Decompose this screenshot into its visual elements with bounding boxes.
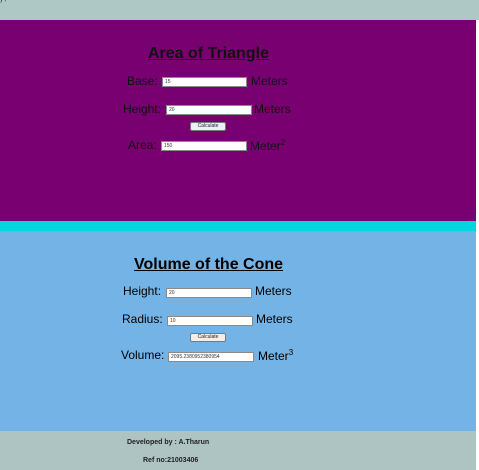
area-unit: Meter2 bbox=[250, 138, 286, 153]
section-divider bbox=[0, 221, 479, 231]
triangle-height-unit: Meters bbox=[254, 102, 291, 116]
base-label: Base: bbox=[127, 74, 158, 88]
triangle-height-input[interactable]: 20 bbox=[166, 105, 252, 115]
top-text-fragment: y , bbox=[0, 0, 7, 3]
reference-number: Ref no:21003406 bbox=[143, 457, 199, 464]
area-output[interactable]: 150 bbox=[161, 141, 247, 151]
radius-label: Radius: bbox=[122, 312, 163, 326]
volume-unit: Meter3 bbox=[258, 348, 294, 363]
cone-title: Volume of the Cone bbox=[134, 256, 284, 273]
top-band: y , bbox=[0, 0, 479, 20]
radius-input[interactable]: 10 bbox=[167, 316, 253, 326]
developer-credit: Developed by : A.Tharun bbox=[127, 439, 210, 446]
cone-height-unit: Meters bbox=[255, 284, 292, 298]
radius-unit: Meters bbox=[256, 312, 293, 326]
cone-height-input[interactable]: 20 bbox=[166, 288, 252, 298]
triangle-title: Area of Triangle bbox=[148, 45, 269, 62]
footer bbox=[0, 431, 479, 470]
base-input[interactable]: 15 bbox=[162, 77, 247, 87]
cone-calculate-button[interactable]: Calculate bbox=[190, 333, 226, 342]
triangle-calculate-button[interactable]: Calculate bbox=[190, 122, 226, 131]
base-unit: Meters bbox=[251, 74, 288, 88]
triangle-height-label: Height: bbox=[123, 102, 162, 116]
area-label: Area: bbox=[128, 138, 157, 152]
volume-output[interactable]: 2095.2380952380954 bbox=[168, 352, 254, 362]
cone-height-label: Height: bbox=[123, 284, 162, 298]
volume-label: Volume: bbox=[121, 348, 165, 362]
